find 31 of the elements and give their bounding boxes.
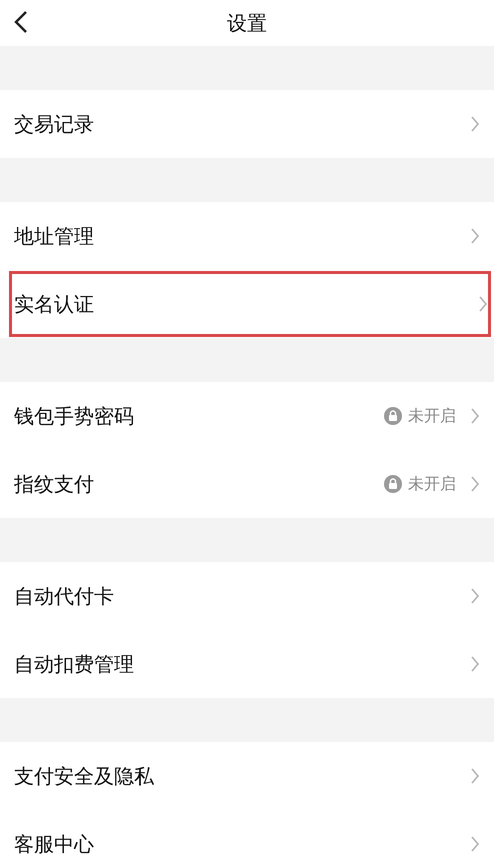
row-label: 实名认证 xyxy=(14,290,94,318)
page-title: 设置 xyxy=(227,10,267,36)
chevron-icon xyxy=(478,296,488,312)
settings-row[interactable]: 支付安全及隐私 xyxy=(0,742,494,810)
settings-row[interactable]: 钱包手势密码 未开启 xyxy=(0,382,494,450)
row-label: 自动代付卡 xyxy=(14,582,114,610)
settings-row[interactable]: 指纹支付 未开启 xyxy=(0,450,494,518)
settings-row[interactable]: 客服中心 xyxy=(0,810,494,866)
chevron-icon xyxy=(470,476,480,492)
chevron-icon xyxy=(470,656,480,672)
row-label: 指纹支付 xyxy=(14,470,94,498)
status-text: 未开启 xyxy=(408,474,456,494)
chevron-icon xyxy=(470,588,480,604)
chevron-icon xyxy=(470,228,480,244)
row-label: 钱包手势密码 xyxy=(14,402,134,430)
row-label: 客服中心 xyxy=(14,830,94,858)
settings-row[interactable]: 自动扣费管理 xyxy=(0,630,494,698)
chevron-icon xyxy=(470,768,480,784)
chevron-icon xyxy=(470,836,480,852)
row-label: 自动扣费管理 xyxy=(14,650,134,678)
settings-row[interactable]: 实名认证 xyxy=(8,270,492,338)
settings-row[interactable]: 地址管理 xyxy=(0,202,494,270)
chevron-icon xyxy=(470,408,480,424)
row-label: 支付安全及隐私 xyxy=(14,762,154,790)
settings-row[interactable]: 自动代付卡 xyxy=(0,562,494,630)
back-icon xyxy=(14,10,28,34)
row-label: 交易记录 xyxy=(14,110,94,138)
status-text: 未开启 xyxy=(408,406,456,426)
row-label: 地址管理 xyxy=(14,222,94,250)
settings-row[interactable]: 交易记录 xyxy=(0,90,494,158)
chevron-icon xyxy=(470,116,480,132)
